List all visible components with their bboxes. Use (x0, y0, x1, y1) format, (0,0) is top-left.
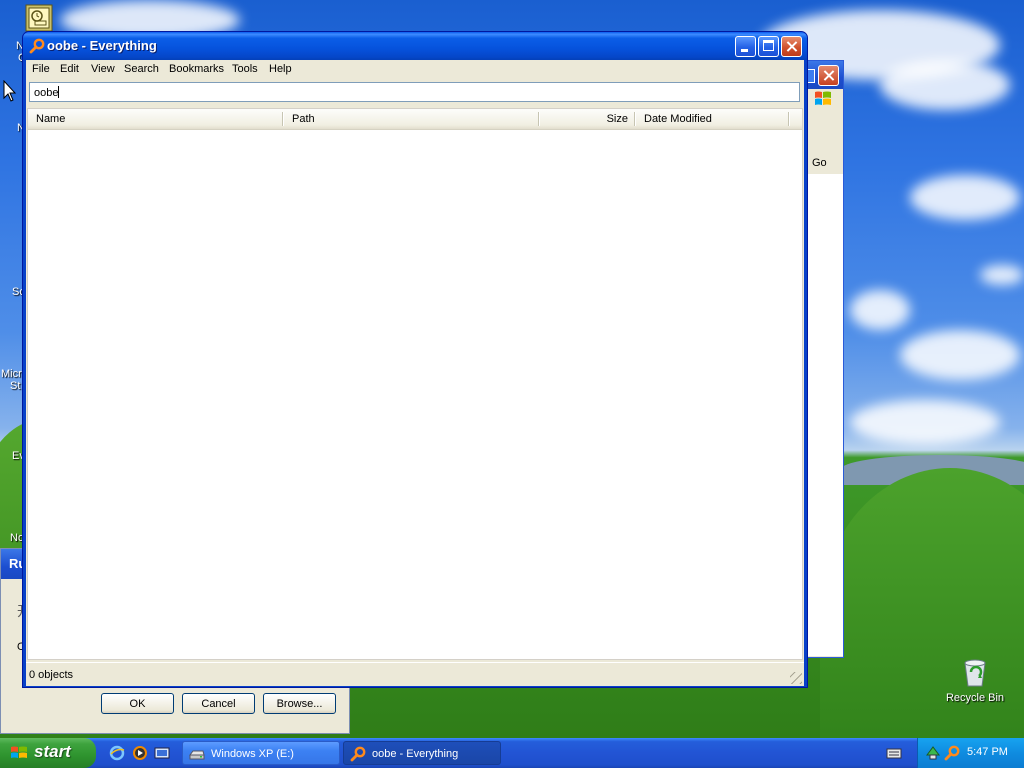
mouse-pointer-icon (3, 80, 17, 102)
search-input-value: oobe (34, 87, 59, 99)
menu-tools[interactable]: Tools (232, 63, 258, 75)
window-title: oobe - Everything (47, 38, 157, 53)
results-list[interactable]: Name Path Size Date Modified (27, 108, 803, 660)
list-header: Name Path Size Date Modified (28, 109, 802, 130)
taskbar-button-windows-xp-drive[interactable]: Windows XP (E:) (182, 741, 340, 765)
menu-edit[interactable]: Edit (60, 63, 79, 75)
network-icon[interactable] (925, 745, 941, 761)
browse-button[interactable]: Browse... (263, 693, 336, 714)
everything-window[interactable]: oobe - Everything File Edit View Search … (22, 31, 808, 688)
scheduled-tasks-icon (25, 4, 53, 32)
status-bar: 0 objects (26, 662, 804, 686)
text-caret (58, 86, 60, 98)
show-desktop-icon[interactable] (154, 745, 170, 761)
internet-explorer-icon[interactable] (109, 745, 125, 761)
windows-flag-icon (11, 746, 27, 758)
recycle-bin-icon (964, 659, 986, 687)
taskbar: start Windows XP (E:) oobe - Everything (0, 738, 1024, 768)
explorer-content-area (807, 174, 843, 656)
cloud (850, 290, 910, 330)
cloud (880, 60, 1010, 110)
ok-button[interactable]: OK (101, 693, 174, 714)
column-divider[interactable] (788, 112, 790, 126)
desktop-label-fragment: Micr (1, 368, 22, 380)
explorer-close-button[interactable] (818, 65, 839, 86)
start-button[interactable]: start (0, 738, 96, 768)
clock[interactable]: 5:47 PM (967, 746, 1008, 758)
taskbar-button-everything[interactable]: oobe - Everything (343, 741, 501, 765)
drive-icon (189, 750, 205, 760)
explorer-go-button[interactable]: Go (812, 157, 827, 169)
close-button[interactable] (781, 36, 802, 57)
column-header-name[interactable]: Name (28, 109, 284, 129)
resize-grip[interactable] (790, 672, 802, 684)
cloud (900, 330, 1020, 380)
taskbar-button-label: oobe - Everything (372, 748, 459, 760)
menu-bar: File Edit View Search Bookmarks Tools He… (26, 60, 804, 79)
column-header-size[interactable]: Size (540, 109, 636, 129)
keyboard-icon[interactable] (886, 746, 902, 760)
taskbar-button-label: Windows XP (E:) (211, 748, 294, 760)
menu-search[interactable]: Search (124, 63, 159, 75)
start-label: start (34, 742, 71, 761)
menu-bookmarks[interactable]: Bookmarks (169, 63, 224, 75)
cloud (850, 400, 1000, 445)
media-player-icon[interactable] (132, 745, 148, 761)
cloud (980, 265, 1024, 285)
menu-view[interactable]: View (91, 63, 115, 75)
menu-help[interactable]: Help (269, 63, 292, 75)
everything-tray-icon[interactable] (944, 745, 960, 761)
everything-app-icon (29, 38, 45, 54)
windows-logo-icon (815, 91, 831, 105)
everything-icon (350, 746, 366, 762)
minimize-button[interactable] (735, 36, 756, 57)
search-input[interactable]: oobe (29, 82, 800, 102)
maximize-button[interactable] (758, 36, 779, 57)
status-object-count: 0 objects (29, 669, 74, 681)
menu-file[interactable]: File (32, 63, 50, 75)
cloud (910, 175, 1020, 220)
recycle-bin[interactable]: Recycle Bin (940, 656, 1010, 704)
recycle-bin-label: Recycle Bin (945, 692, 1005, 704)
desktop-label-fragment: St (10, 380, 21, 392)
column-header-path[interactable]: Path (284, 109, 540, 129)
cancel-button[interactable]: Cancel (182, 693, 255, 714)
titlebar[interactable]: oobe - Everything (23, 32, 807, 60)
window-client-area: File Edit View Search Bookmarks Tools He… (26, 60, 804, 686)
system-tray: 5:47 PM (917, 738, 1024, 768)
column-header-date-modified[interactable]: Date Modified (636, 109, 788, 129)
explorer-maximize-fragment[interactable] (807, 69, 815, 83)
